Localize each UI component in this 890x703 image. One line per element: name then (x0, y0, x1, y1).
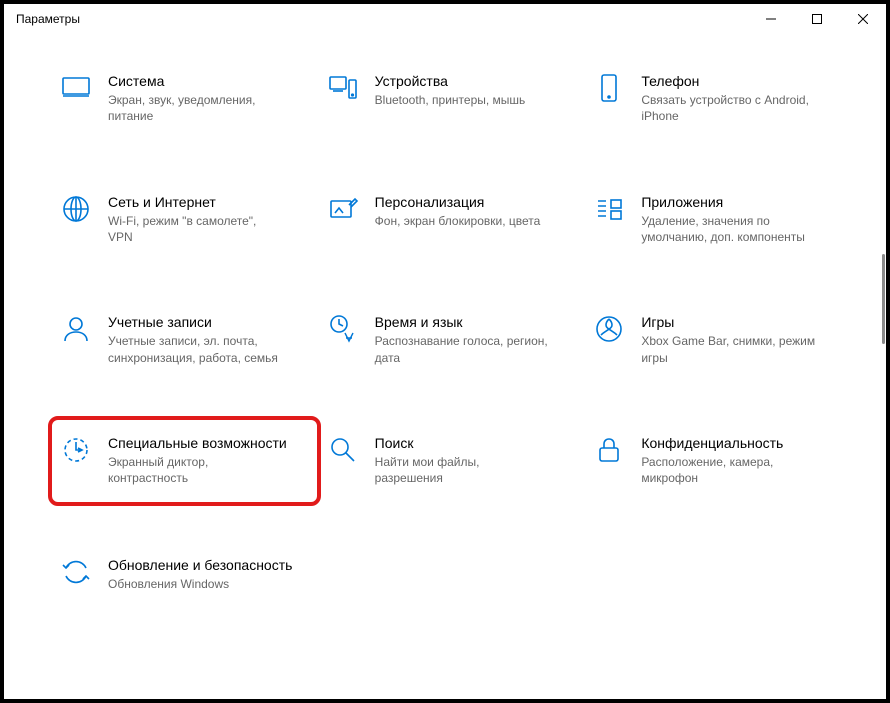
tile-title: Учетные записи (108, 313, 283, 331)
devices-icon (327, 72, 359, 104)
minimize-button[interactable] (748, 4, 794, 34)
tile-desc: Экранный диктор, контрастность (108, 454, 283, 486)
scrollbar[interactable] (882, 254, 885, 344)
tile-title: Время и язык (375, 313, 550, 331)
tile-desc: Bluetooth, принтеры, мышь (375, 92, 526, 108)
tile-phone[interactable]: Телефон Связать устройство с Android, iP… (589, 66, 846, 131)
system-icon (60, 72, 92, 104)
tile-title: Персонализация (375, 193, 541, 211)
tile-title: Игры (641, 313, 816, 331)
tile-desc: Связать устройство с Android, iPhone (641, 92, 816, 124)
tile-personalization[interactable]: Персонализация Фон, экран блокировки, цв… (323, 187, 580, 252)
tile-title: Конфиденциальность (641, 434, 816, 452)
tile-desc: Wi-Fi, режим "в самолете", VPN (108, 213, 283, 245)
tile-title: Устройства (375, 72, 526, 90)
window-controls (748, 4, 886, 34)
phone-icon (593, 72, 625, 104)
tile-desc: Расположение, камера, микрофон (641, 454, 816, 486)
privacy-icon (593, 434, 625, 466)
content-area: Система Экран, звук, уведомления, питани… (4, 34, 886, 699)
tile-desc: Xbox Game Bar, снимки, режим игры (641, 333, 816, 365)
tile-network[interactable]: Сеть и Интернет Wi-Fi, режим "в самолете… (56, 187, 313, 252)
tile-desc: Фон, экран блокировки, цвета (375, 213, 541, 229)
tile-apps[interactable]: Приложения Удаление, значения по умолчан… (589, 187, 846, 252)
search-icon (327, 434, 359, 466)
tile-title: Обновление и безопасность (108, 556, 292, 574)
tile-accounts[interactable]: Учетные записи Учетные записи, эл. почта… (56, 307, 313, 372)
close-button[interactable] (840, 4, 886, 34)
tile-gaming[interactable]: Игры Xbox Game Bar, снимки, режим игры (589, 307, 846, 372)
tile-desc: Найти мои файлы, разрешения (375, 454, 550, 486)
tile-privacy[interactable]: Конфиденциальность Расположение, камера,… (589, 428, 846, 495)
network-icon (60, 193, 92, 225)
accessibility-icon (60, 434, 92, 466)
tile-title: Система (108, 72, 283, 90)
tile-devices[interactable]: Устройства Bluetooth, принтеры, мышь (323, 66, 580, 131)
personalization-icon (327, 193, 359, 225)
tile-title: Поиск (375, 434, 550, 452)
tile-desc: Обновления Windows (108, 576, 283, 592)
tile-system[interactable]: Система Экран, звук, уведомления, питани… (56, 66, 313, 131)
update-icon (60, 556, 92, 588)
tile-desc: Экран, звук, уведомления, питание (108, 92, 283, 124)
settings-grid: Система Экран, звук, уведомления, питани… (4, 34, 886, 631)
tile-title: Специальные возможности (108, 434, 287, 452)
tile-title: Сеть и Интернет (108, 193, 283, 211)
titlebar: Параметры (4, 4, 886, 34)
gaming-icon (593, 313, 625, 345)
tile-desc: Распознавание голоса, регион, дата (375, 333, 550, 365)
tile-desc: Удаление, значения по умолчанию, доп. ко… (641, 213, 816, 245)
tile-accessibility[interactable]: Специальные возможности Экранный диктор,… (48, 416, 321, 507)
apps-icon (593, 193, 625, 225)
tile-search[interactable]: Поиск Найти мои файлы, разрешения (323, 428, 580, 495)
tile-title: Телефон (641, 72, 816, 90)
tile-title: Приложения (641, 193, 816, 211)
maximize-button[interactable] (794, 4, 840, 34)
accounts-icon (60, 313, 92, 345)
time-language-icon (327, 313, 359, 345)
tile-update-security[interactable]: Обновление и безопасность Обновления Win… (56, 550, 313, 598)
tile-time-language[interactable]: Время и язык Распознавание голоса, регио… (323, 307, 580, 372)
window-title: Параметры (16, 12, 748, 26)
tile-desc: Учетные записи, эл. почта, синхронизация… (108, 333, 283, 365)
